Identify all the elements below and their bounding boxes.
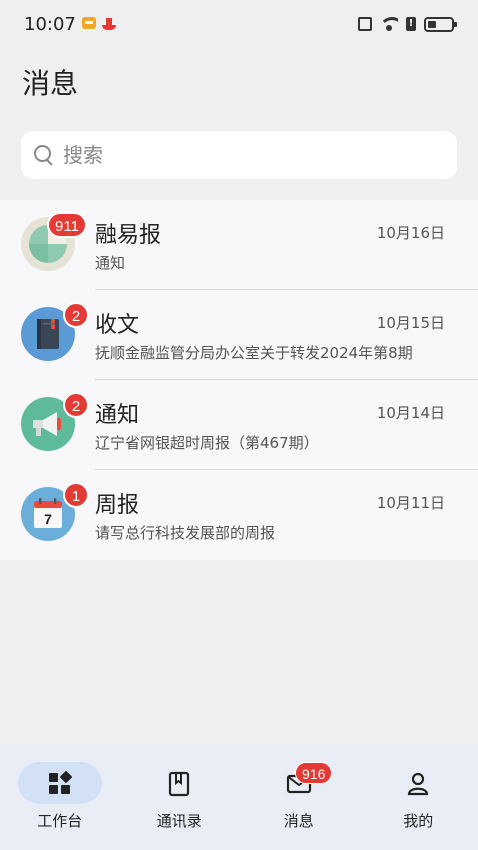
alert-icon: ! [406, 17, 416, 31]
nav-unread-badge: 916 [295, 762, 333, 784]
unread-badge: 2 [63, 302, 89, 328]
person-icon [408, 772, 429, 796]
notification-icons [81, 17, 117, 31]
nav-item-workbench[interactable]: 工作台 [0, 744, 120, 850]
message-preview: 抚顺金融监管分局办公室关于转发2024年第8期 [95, 344, 413, 362]
message-title: 通知 [95, 403, 140, 428]
message-item-tongzhi[interactable]: 2 通知 10月14日 辽宁省网银超时周报（第467期） [0, 380, 478, 470]
status-indicators: ! [358, 16, 457, 32]
message-list: 911 融易报 10月16日 通知 2 收文 10月15日 抚顺金融监管分局办公… [0, 200, 478, 560]
avatar: 2 [21, 392, 89, 451]
avatar: 911 [21, 212, 87, 271]
message-preview: 请写总行科技发展部的周报 [95, 524, 276, 542]
message-content: 收文 10月15日 抚顺金融监管分局办公室关于转发2024年第8期 [95, 290, 478, 380]
chat-notification-icon [81, 17, 96, 29]
message-title: 融易报 [95, 223, 162, 248]
unread-badge: 2 [63, 392, 89, 418]
message-preview: 辽宁省网银超时周报（第467期） [95, 434, 319, 452]
status-bar: 10:07 ! [0, 0, 478, 48]
message-item-rongyibao[interactable]: 911 融易报 10月16日 通知 [0, 200, 478, 290]
page-title: 消息 [22, 67, 79, 100]
search-input[interactable] [63, 143, 423, 167]
app-notification-icon [101, 17, 117, 31]
nav-item-profile[interactable]: 我的 [359, 744, 478, 850]
message-content: 通知 10月14日 辽宁省网银超时周报（第467期） [95, 380, 478, 470]
message-item-shouwen[interactable]: 2 收文 10月15日 抚顺金融监管分局办公室关于转发2024年第8期 [0, 290, 478, 380]
nav-item-messages[interactable]: 916 消息 [239, 744, 359, 850]
message-item-zhoubao[interactable]: 7 1 周报 10月11日 请写总行科技发展部的周报 [0, 470, 478, 560]
nav-label: 通讯录 [156, 812, 202, 830]
status-time: 10:07 [24, 13, 76, 35]
unread-badge: 1 [63, 482, 89, 508]
search-icon [33, 144, 55, 166]
grid-icon [48, 771, 72, 794]
search-bar[interactable] [21, 131, 457, 179]
message-content: 周报 10月11日 请写总行科技发展部的周报 [95, 470, 478, 560]
message-content: 融易报 10月16日 通知 [95, 200, 478, 290]
message-date: 10月16日 [376, 224, 445, 242]
nav-label: 我的 [403, 812, 434, 830]
avatar: 7 1 [21, 482, 89, 541]
nav-label: 消息 [283, 812, 314, 830]
nav-item-contacts[interactable]: 通讯录 [120, 744, 240, 850]
battery-icon [424, 16, 457, 32]
book-icon [169, 771, 190, 797]
message-date: 10月14日 [376, 404, 445, 422]
message-date: 10月11日 [376, 494, 445, 512]
unread-badge: 911 [47, 212, 87, 238]
message-preview: 通知 [95, 254, 126, 272]
nav-label: 工作台 [37, 812, 83, 830]
bottom-navigation: 工作台 通讯录 916 消息 我的 [0, 744, 478, 850]
message-title: 收文 [95, 313, 140, 338]
message-title: 周报 [95, 493, 140, 518]
vibrate-icon [358, 17, 372, 31]
message-date: 10月15日 [376, 314, 445, 332]
wifi-icon [380, 17, 398, 31]
avatar: 2 [21, 302, 89, 361]
calendar-day: 7 [44, 511, 52, 527]
